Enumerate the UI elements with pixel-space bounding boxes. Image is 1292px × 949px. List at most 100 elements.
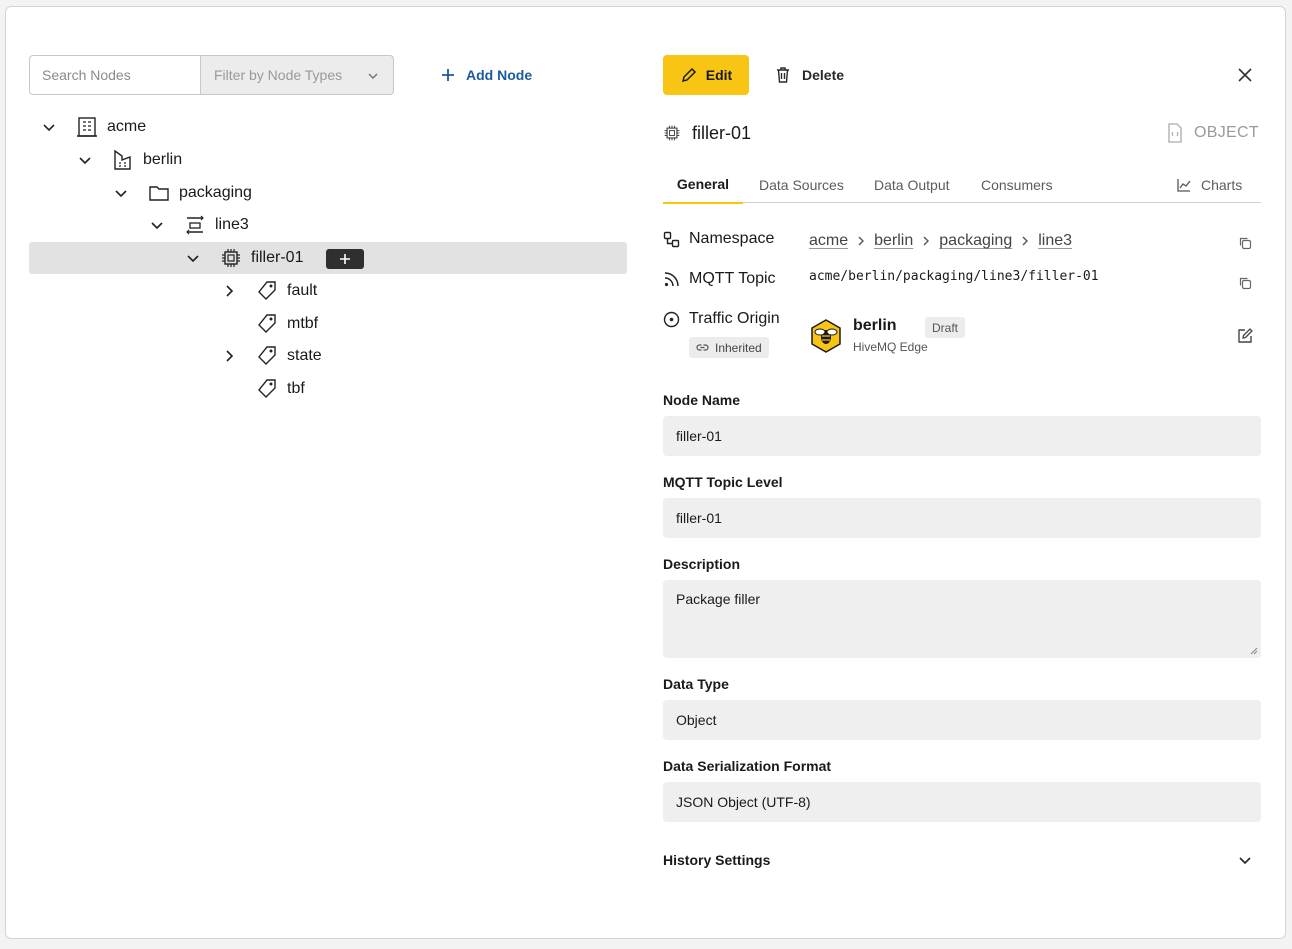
origin-name[interactable]: berlin — [853, 317, 897, 335]
mqtt-topic-label: MQTT Topic — [663, 267, 776, 291]
delete-label: Delete — [802, 67, 845, 83]
data-type-field[interactable]: Object — [663, 700, 1261, 740]
search-placeholder: Search Nodes — [42, 67, 131, 83]
plus-icon — [340, 254, 350, 264]
tree-node-label: fault — [287, 282, 318, 299]
enterprise-icon — [75, 115, 99, 139]
copy-icon — [1239, 237, 1252, 250]
node-name-label: Node Name — [663, 392, 741, 408]
copy-icon — [1239, 277, 1252, 290]
target-icon — [663, 311, 680, 327]
tab-charts-label: Charts — [1201, 176, 1243, 193]
node-title-text: filler-01 — [692, 122, 752, 143]
detail-tabs: General Data Sources Data Output Consume… — [663, 166, 1261, 204]
tree-node-label: line3 — [215, 216, 249, 233]
origin-subtitle: HiveMQ Edge — [853, 340, 928, 354]
description-label: Description — [663, 556, 741, 572]
tree-node-line3[interactable]: line3 — [147, 209, 249, 241]
node-type-label: OBJECT — [1166, 121, 1259, 145]
tab-consumers[interactable]: Consumers — [981, 166, 1053, 203]
traffic-origin-label: Traffic Origin — [663, 307, 780, 331]
chevron-down-icon[interactable] — [39, 117, 59, 137]
edit-button[interactable]: Edit — [663, 55, 749, 95]
object-file-icon — [1168, 123, 1182, 143]
edit-origin-icon[interactable] — [1236, 327, 1254, 345]
history-settings-toggle[interactable]: History Settings — [663, 852, 770, 868]
chip-icon — [664, 125, 680, 141]
resize-handle-icon[interactable] — [1250, 647, 1258, 655]
tab-general[interactable]: General — [663, 166, 743, 204]
inherited-badge: Inherited — [689, 337, 769, 358]
add-node-label: Add Node — [466, 67, 533, 83]
tree-node-state[interactable]: state — [219, 340, 322, 372]
close-icon — [1238, 68, 1252, 82]
add-node-button[interactable]: Add Node — [440, 62, 532, 88]
tab-data-output[interactable]: Data Output — [874, 166, 950, 203]
tree-node-packaging[interactable]: packaging — [111, 177, 252, 209]
breadcrumb-item[interactable]: line3 — [1038, 232, 1072, 250]
chevron-down-icon[interactable] — [75, 150, 95, 170]
chart-icon — [1177, 178, 1191, 192]
tree-node-filler-01[interactable]: filler-01 — [183, 242, 303, 274]
tag-icon — [255, 312, 279, 336]
mqtt-topic-value: acme/berlin/packaging/line3/filler-01 — [809, 269, 1099, 284]
rss-icon — [664, 271, 679, 286]
tree-node-berlin[interactable]: berlin — [75, 144, 182, 176]
traffic-origin-label-text: Traffic Origin — [689, 310, 780, 327]
description-value: Package filler — [676, 591, 761, 607]
search-input[interactable]: Search Nodes — [29, 55, 201, 95]
breadcrumb-item[interactable]: acme — [809, 232, 848, 250]
breadcrumb-item[interactable]: berlin — [874, 232, 913, 250]
copy-namespace-button[interactable] — [1236, 234, 1254, 252]
chip-icon — [219, 246, 243, 270]
chevron-down-icon[interactable] — [147, 215, 167, 235]
add-child-button[interactable] — [326, 249, 364, 269]
tree-node-label: mtbf — [287, 315, 319, 332]
namespace-label: Namespace — [663, 227, 774, 251]
node-name-field[interactable]: filler-01 — [663, 416, 1261, 456]
chevron-down-icon[interactable] — [1237, 852, 1253, 868]
tree-node-tbf[interactable]: tbf — [255, 373, 305, 405]
chevron-right-icon — [923, 236, 930, 246]
pencil-icon — [681, 67, 696, 83]
chevron-right-icon[interactable] — [219, 346, 239, 366]
namespace-icon — [663, 231, 680, 247]
tree-node-fault[interactable]: fault — [219, 275, 317, 307]
chevron-right-icon[interactable] — [219, 281, 239, 301]
chevron-down-icon[interactable] — [111, 183, 131, 203]
serialization-field[interactable]: JSON Object (UTF-8) — [663, 782, 1261, 822]
hivemq-edge-logo — [811, 319, 841, 353]
node-type-filter[interactable]: Filter by Node Types — [200, 55, 394, 95]
copy-topic-button[interactable] — [1236, 274, 1254, 292]
tree-node-acme[interactable]: acme — [39, 111, 146, 143]
breadcrumb-item[interactable]: packaging — [939, 232, 1012, 250]
topic-level-field[interactable]: filler-01 — [663, 498, 1261, 538]
node-type-text: OBJECT — [1194, 124, 1259, 141]
delete-button[interactable]: Delete — [774, 62, 844, 88]
breadcrumb: acme berlin packaging line3 — [809, 230, 1072, 252]
plus-icon — [442, 69, 454, 81]
tag-icon — [255, 344, 279, 368]
chevron-down-icon[interactable] — [183, 248, 203, 268]
node-title: filler-01 — [663, 120, 751, 146]
tag-icon — [255, 377, 279, 401]
tag-icon — [255, 279, 279, 303]
topic-level-value: filler-01 — [676, 510, 722, 526]
tree-node-label: acme — [107, 118, 147, 135]
chevron-right-icon — [858, 236, 865, 246]
filter-placeholder: Filter by Node Types — [214, 67, 343, 83]
node-name-value: filler-01 — [676, 428, 722, 444]
link-icon — [696, 344, 709, 351]
tab-data-sources[interactable]: Data Sources — [759, 166, 844, 203]
tree-node-label: berlin — [143, 151, 183, 168]
tree-node-label: tbf — [287, 380, 305, 397]
tab-charts[interactable]: Charts — [1176, 166, 1242, 203]
tree-node-label: filler-01 — [251, 249, 304, 266]
tree-node-label: state — [287, 347, 322, 364]
description-textarea[interactable]: Package filler — [663, 580, 1261, 658]
topic-level-label: MQTT Topic Level — [663, 474, 783, 490]
production-line-icon — [183, 213, 207, 237]
serialization-value: JSON Object (UTF-8) — [676, 794, 811, 810]
close-button[interactable] — [1233, 63, 1257, 87]
tree-node-mtbf[interactable]: mtbf — [255, 308, 318, 340]
